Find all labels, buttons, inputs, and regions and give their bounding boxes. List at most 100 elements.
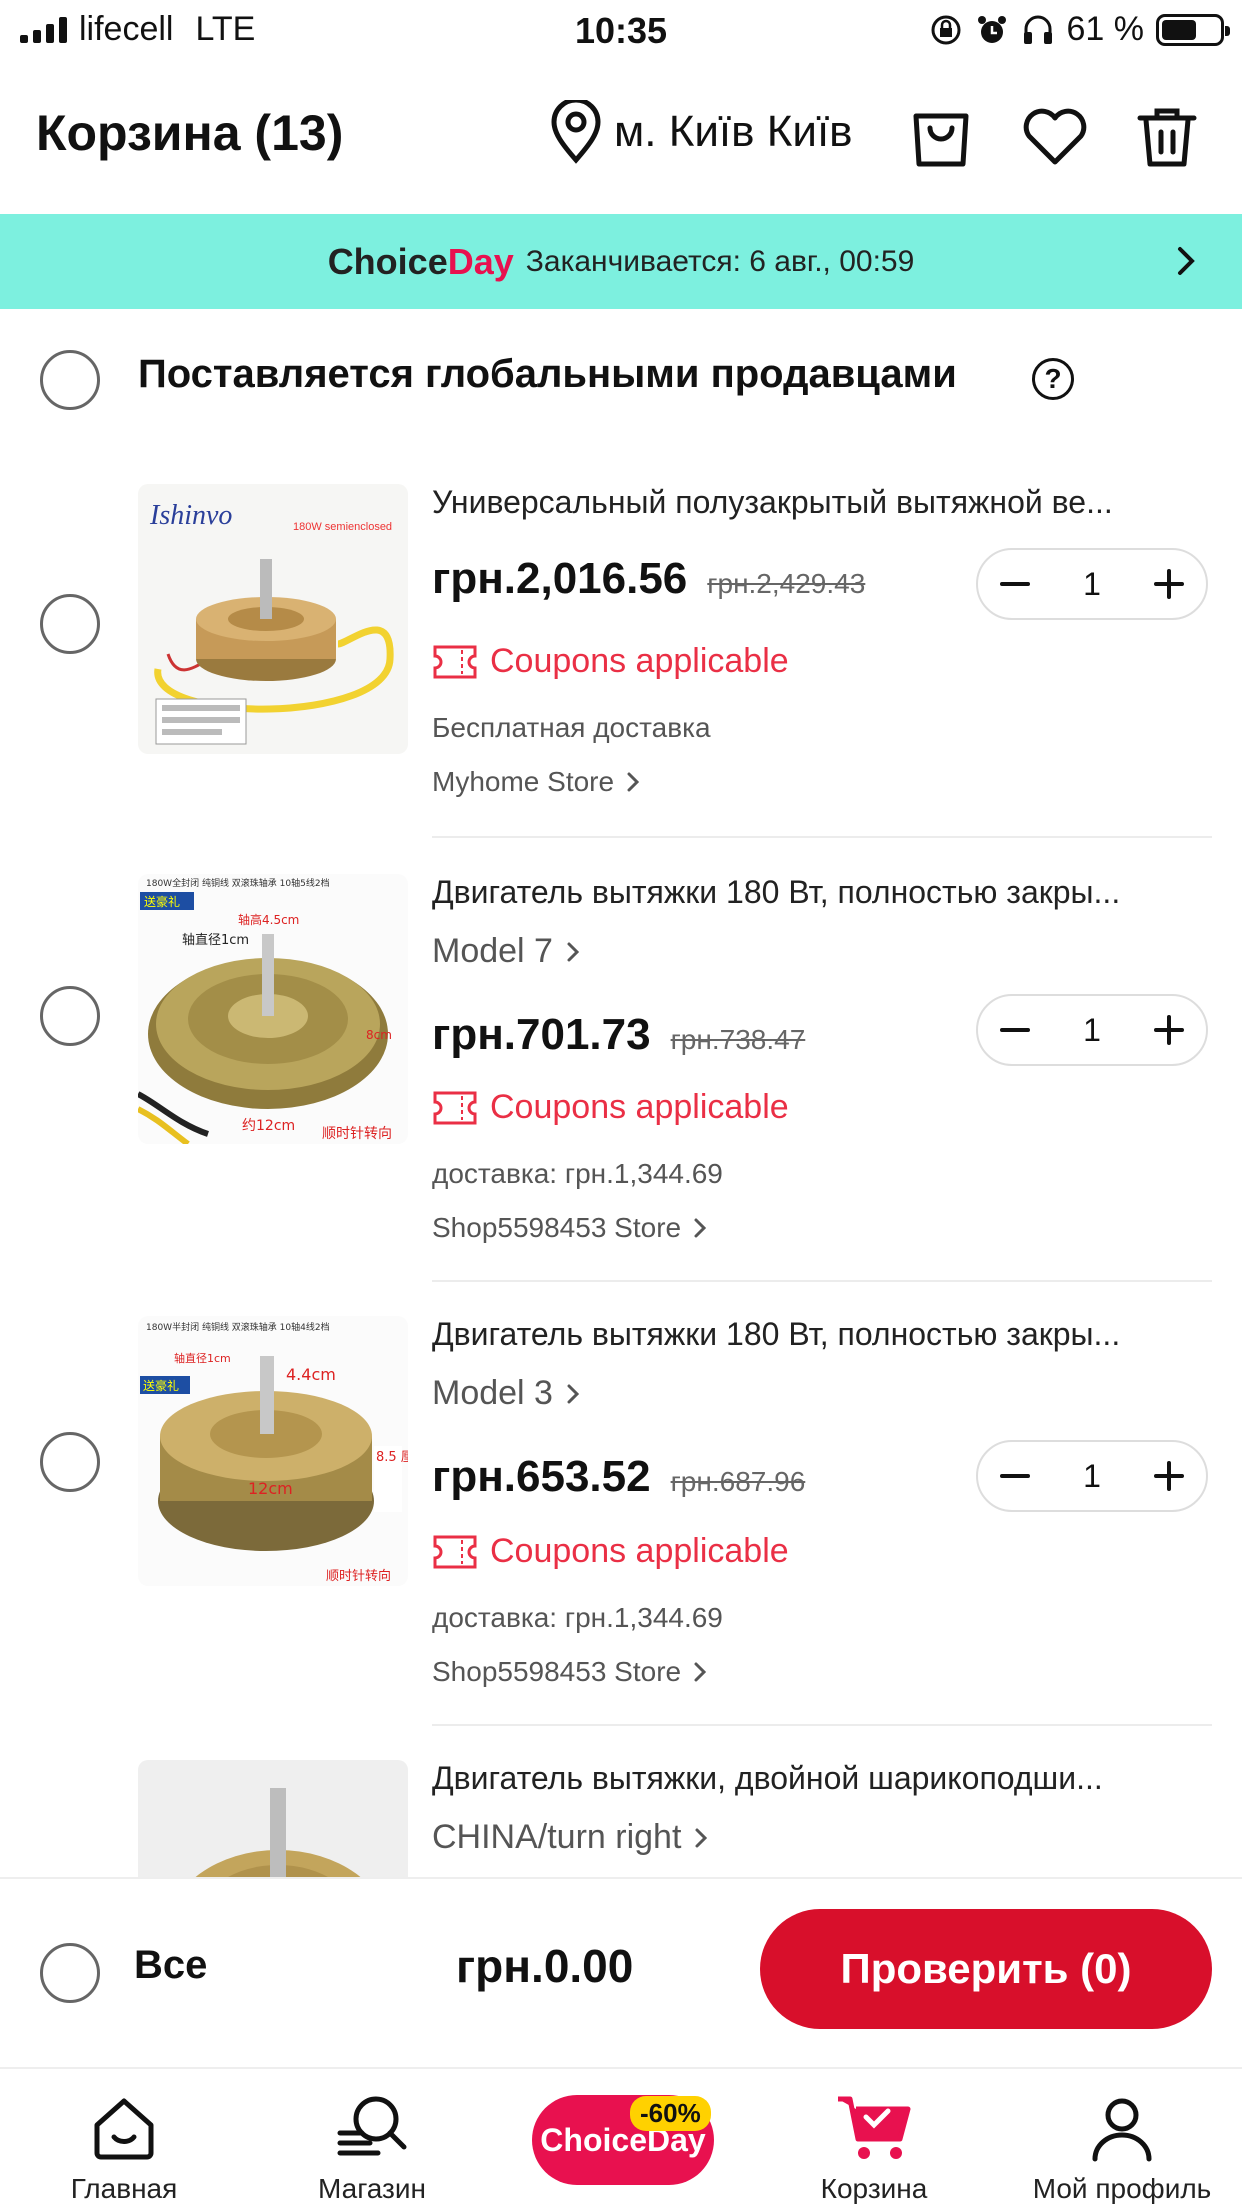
- page-title: Корзина (13): [36, 105, 344, 161]
- product-image[interactable]: [138, 1760, 408, 1877]
- coupon-label[interactable]: Coupons applicable: [432, 642, 789, 681]
- coupon-label[interactable]: Coupons applicable: [432, 1088, 789, 1127]
- product-title[interactable]: Универсальный полузакрытый вытяжной ве..…: [432, 484, 1214, 521]
- variant-selector[interactable]: Model 7: [432, 932, 583, 971]
- tab-profile[interactable]: Мой профиль: [1022, 2069, 1222, 2208]
- status-right: 61 %: [929, 10, 1230, 49]
- coupon-label[interactable]: Coupons applicable: [432, 1532, 789, 1571]
- svg-text:顺时针转向: 顺时针转向: [322, 1126, 392, 1142]
- chevron-right-icon: [567, 1384, 580, 1403]
- svg-text:送豪礼: 送豪礼: [144, 894, 180, 909]
- tab-shop[interactable]: Магазин: [272, 2069, 472, 2208]
- product-image[interactable]: 180W半封闭 纯铜线 双滚珠轴承 10轴4线2档 送豪礼 轴直径1cm 4.4…: [138, 1316, 408, 1586]
- discount-badge: -60%: [630, 2096, 711, 2131]
- headphones-icon: [1023, 15, 1052, 44]
- store-link[interactable]: Shop5598453 Store: [432, 1212, 709, 1244]
- status-bar: lifecell LTE 10:35 61 %: [0, 0, 1242, 64]
- search-icon: [337, 2096, 407, 2156]
- minus-icon[interactable]: [998, 1459, 1032, 1493]
- item-select-checkbox[interactable]: [40, 986, 100, 1046]
- item-divider: [432, 836, 1212, 838]
- choice-day-logo: ChoiceDay: [327, 240, 514, 282]
- shopping-bag-icon[interactable]: [906, 102, 976, 172]
- cart-item: 180W全封闭 纯铜线 双滚珠轴承 10轴5线2档 送豪礼 轴高4.5cm 轴直…: [0, 870, 1242, 1290]
- chevron-right-icon: [694, 1662, 707, 1682]
- product-title[interactable]: Двигатель вытяжки 180 Вт, полностью закр…: [432, 874, 1214, 911]
- top-bar: Корзина (13) м. Київ Київ: [0, 64, 1242, 214]
- svg-text:Ishinvo: Ishinvo: [149, 500, 232, 531]
- chevron-right-icon: [695, 1828, 708, 1847]
- chevron-right-icon: [627, 772, 640, 792]
- quantity-stepper[interactable]: 1: [976, 1440, 1208, 1512]
- section-select-checkbox[interactable]: [40, 350, 100, 410]
- plus-icon[interactable]: [1152, 1459, 1186, 1493]
- battery-percent: 61 %: [1066, 10, 1145, 48]
- cart-item: 180W半封闭 纯铜线 双滚珠轴承 10轴4线2档 送豪礼 轴直径1cm 4.4…: [0, 1316, 1242, 1736]
- minus-icon[interactable]: [998, 567, 1032, 601]
- price-block: грн.2,016.56 грн.2,429.43: [432, 554, 865, 604]
- coupon-ticket-icon: [433, 1091, 477, 1124]
- quantity-value[interactable]: 1: [1083, 1012, 1101, 1049]
- location-label: м. Київ Київ: [614, 107, 853, 156]
- svg-text:轴直径1cm: 轴直径1cm: [182, 933, 249, 948]
- quantity-stepper[interactable]: 1: [976, 548, 1208, 620]
- product-image[interactable]: 180W全封闭 纯铜线 双滚珠轴承 10轴5线2档 送豪礼 轴高4.5cm 轴直…: [138, 874, 408, 1144]
- store-link[interactable]: Shop5598453 Store: [432, 1656, 709, 1688]
- choice-day-banner[interactable]: ChoiceDay Заканчивается: 6 авг., 00:59: [0, 214, 1242, 309]
- tab-cart[interactable]: Корзина: [774, 2069, 974, 2208]
- home-icon: [94, 2098, 154, 2160]
- select-all-checkbox[interactable]: [40, 1943, 100, 2003]
- wishlist-heart-icon[interactable]: [1020, 102, 1090, 172]
- cart-icon: [838, 2096, 911, 2159]
- select-all-label[interactable]: Все: [134, 1943, 207, 1988]
- item-divider: [432, 1280, 1212, 1282]
- store-link[interactable]: Myhome Store: [432, 766, 642, 798]
- svg-text:约12cm: 约12cm: [242, 1118, 295, 1134]
- quantity-value[interactable]: 1: [1083, 1458, 1101, 1495]
- variant-selector[interactable]: CHINA/turn right: [432, 1818, 711, 1857]
- profile-icon: [1092, 2098, 1152, 2162]
- svg-text:8cm: 8cm: [366, 1028, 392, 1042]
- checkout-button[interactable]: Проверить (0): [760, 1909, 1212, 2029]
- tab-home[interactable]: Главная: [24, 2069, 224, 2208]
- item-select-checkbox[interactable]: [40, 594, 100, 654]
- svg-text:180W全封闭 纯铜线 双滚珠轴承 10轴5线2档: 180W全封闭 纯铜线 双滚珠轴承 10轴5线2档: [146, 877, 330, 889]
- coupon-ticket-icon: [433, 645, 477, 678]
- price-block: грн.701.73 грн.738.47: [432, 1010, 805, 1060]
- alarm-icon: [977, 15, 1006, 43]
- total-price: грн.0.00: [456, 1940, 634, 1992]
- old-price: грн.2,429.43: [707, 568, 866, 599]
- item-select-checkbox[interactable]: [40, 1432, 100, 1492]
- current-price: грн.653.52: [432, 1452, 651, 1501]
- minus-icon[interactable]: [998, 1013, 1032, 1047]
- cart-item: Двигатель вытяжки, двойной шарикоподши..…: [0, 1760, 1242, 1877]
- svg-text:轴高4.5cm: 轴高4.5cm: [238, 912, 299, 927]
- trash-icon[interactable]: [1132, 102, 1202, 172]
- shipping-info: доставка: грн.1,344.69: [432, 1158, 723, 1189]
- svg-text:顺时针转向: 顺时针转向: [326, 1568, 391, 1584]
- rotation-lock-icon: [931, 15, 960, 44]
- product-title[interactable]: Двигатель вытяжки 180 Вт, полностью закр…: [432, 1316, 1214, 1353]
- current-price: грн.701.73: [432, 1010, 651, 1059]
- variant-selector[interactable]: Model 3: [432, 1374, 583, 1413]
- price-block: грн.653.52 грн.687.96: [432, 1452, 805, 1502]
- coupon-ticket-icon: [433, 1535, 477, 1568]
- chevron-right-icon: [567, 942, 580, 961]
- product-title[interactable]: Двигатель вытяжки, двойной шарикоподши..…: [432, 1760, 1214, 1797]
- help-icon[interactable]: ?: [1032, 358, 1074, 400]
- section-title: Поставляется глобальными продавцами: [138, 352, 957, 396]
- banner-countdown: Заканчивается: 6 авг., 00:59: [525, 244, 915, 278]
- item-divider: [432, 1724, 1212, 1726]
- plus-icon[interactable]: [1152, 1013, 1186, 1047]
- svg-text:180W半封闭 纯铜线 双滚珠轴承 10轴4线2档: 180W半封闭 纯铜线 双滚珠轴承 10轴4线2档: [146, 1321, 330, 1333]
- product-image[interactable]: Ishinvo 180W semienclosed: [138, 484, 408, 754]
- shipping-info: доставка: грн.1,344.69: [432, 1602, 723, 1633]
- svg-text:轴直径1cm: 轴直径1cm: [174, 1351, 231, 1365]
- plus-icon[interactable]: [1152, 567, 1186, 601]
- quantity-value[interactable]: 1: [1083, 566, 1101, 603]
- quantity-stepper[interactable]: 1: [976, 994, 1208, 1066]
- seller-section-header: Поставляется глобальными продавцами ?: [0, 340, 1242, 420]
- location-selector[interactable]: м. Київ Київ: [548, 100, 853, 164]
- svg-text:8.5 厘 米: 8.5 厘 米: [376, 1450, 408, 1465]
- chevron-right-icon: [694, 1218, 707, 1238]
